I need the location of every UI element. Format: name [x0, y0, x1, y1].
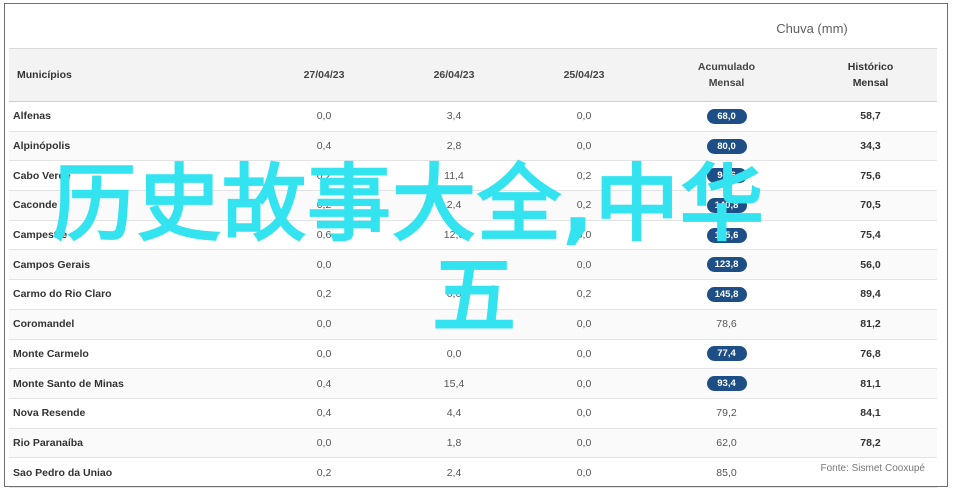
watermark-overlay: 历史故事大全,中华 五: [52, 158, 912, 342]
acumulado-cell: 68,0: [649, 108, 804, 124]
date-2-cell: 2,4: [446, 466, 462, 479]
municipio-cell: Alpinópolis: [13, 140, 71, 153]
date-1-cell: 0,0: [316, 347, 332, 360]
municipio-cell: Rio Paranaíba: [13, 436, 84, 449]
date-3-cell: 0,0: [576, 140, 592, 153]
header-municipio: Municípios: [17, 69, 72, 81]
municipio-cell: Alfenas: [13, 110, 51, 123]
acumulado-badge: 77,4: [706, 346, 747, 362]
historico-cell: 78,2: [860, 436, 881, 449]
date-2-cell: 15,4: [443, 377, 465, 390]
acumulado-badge: 80,0: [706, 138, 747, 154]
date-3-cell: 0,0: [576, 466, 592, 479]
historico-cell: 34,3: [860, 140, 881, 153]
date-3-cell: 0,0: [576, 436, 592, 449]
municipio-cell: Monte Santo de Minas: [13, 377, 124, 390]
table-row: Monte Santo de Minas 0,4 15,4 0,0 93,4 81,1: [9, 369, 937, 399]
source-note: Fonte: Sismet Cooxupé: [820, 463, 926, 474]
acumulado-cell: 79,2: [716, 407, 737, 420]
header-date-2: 26/04/23: [433, 69, 475, 81]
date-3-cell: 0,0: [576, 377, 592, 390]
date-2-cell: 3,4: [446, 110, 462, 123]
date-3-cell: 0,0: [576, 407, 592, 420]
header-historico-line1: Histórico: [847, 61, 894, 73]
date-2-cell: 4,4: [446, 407, 462, 420]
watermark-line2: 五: [432, 247, 518, 345]
historico-cell: 58,7: [860, 110, 881, 123]
header-date-3: 25/04/23: [563, 69, 605, 81]
acumulado-cell: 93,4: [649, 376, 804, 392]
table-row: Rio Paranaíba 0,0 1,8 0,0 62,0 78,2: [9, 428, 937, 459]
historico-cell: 76,8: [860, 347, 881, 360]
date-1-cell: 0,0: [316, 436, 332, 449]
table-row: Alfenas 0,0 3,4 0,0 68,0 58,7: [9, 102, 937, 132]
historico-cell: 81,1: [860, 377, 881, 390]
date-1-cell: 0,4: [316, 140, 332, 153]
date-2-cell: 0,0: [446, 347, 462, 360]
date-3-cell: 0,0: [576, 347, 592, 360]
table-header: Municípios 27/04/23 26/04/23 25/04/23 Ac…: [9, 48, 937, 102]
historico-cell: 84,1: [860, 407, 881, 420]
acumulado-cell: 62,0: [716, 436, 737, 449]
date-3-cell: 0,0: [576, 110, 592, 123]
acumulado-cell: 85,0: [716, 466, 737, 479]
table-row: Sao Pedro da Uniao 0,2 2,4 0,0 85,0: [9, 458, 937, 488]
header-acumulado-line2: Mensal: [708, 77, 745, 89]
municipio-cell: Nova Resende: [13, 407, 86, 420]
header-acumulado-line1: Acumulado: [697, 61, 756, 73]
date-1-cell: 0,4: [316, 377, 332, 390]
acumulado-badge: 68,0: [706, 108, 747, 124]
watermark-line1: 历史故事大全,中华: [52, 155, 765, 253]
table-row: Nova Resende 0,4 4,4 0,0 79,2 84,1: [9, 399, 937, 429]
date-1-cell: 0,2: [316, 466, 332, 479]
unit-caption: Chuva (mm): [776, 21, 848, 36]
municipio-cell: Sao Pedro da Uniao: [13, 466, 113, 479]
acumulado-cell: 77,4: [649, 346, 804, 362]
header-historico: Histórico Mensal: [804, 59, 937, 91]
acumulado-badge: 93,4: [706, 376, 747, 392]
municipio-cell: Monte Carmelo: [13, 347, 89, 360]
date-2-cell: 2,8: [446, 140, 462, 153]
date-1-cell: 0,0: [316, 110, 332, 123]
header-acumulado: Acumulado Mensal: [649, 59, 804, 91]
acumulado-cell: 80,0: [649, 138, 804, 154]
date-1-cell: 0,4: [316, 407, 332, 420]
header-date-1: 27/04/23: [303, 69, 345, 81]
date-2-cell: 1,8: [446, 436, 462, 449]
header-historico-line2: Mensal: [852, 77, 889, 89]
